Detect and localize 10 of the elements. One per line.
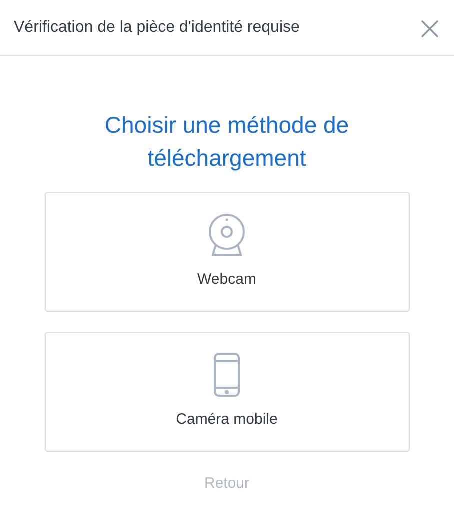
heading: Choisir une méthode de téléchargement xyxy=(104,111,350,173)
webcam-icon xyxy=(207,213,247,257)
dialog-title: Vérification de la pièce d'identité requise xyxy=(14,18,300,38)
upload-option-card[interactable]: Caméra mobile xyxy=(44,332,410,452)
close-button[interactable] xyxy=(420,18,440,38)
option-label: Caméra mobile xyxy=(176,410,278,430)
close-icon xyxy=(420,19,440,40)
mobile-phone-icon xyxy=(213,353,241,397)
option-label: Webcam xyxy=(198,270,256,290)
upload-option-card[interactable]: Webcam xyxy=(44,192,410,312)
